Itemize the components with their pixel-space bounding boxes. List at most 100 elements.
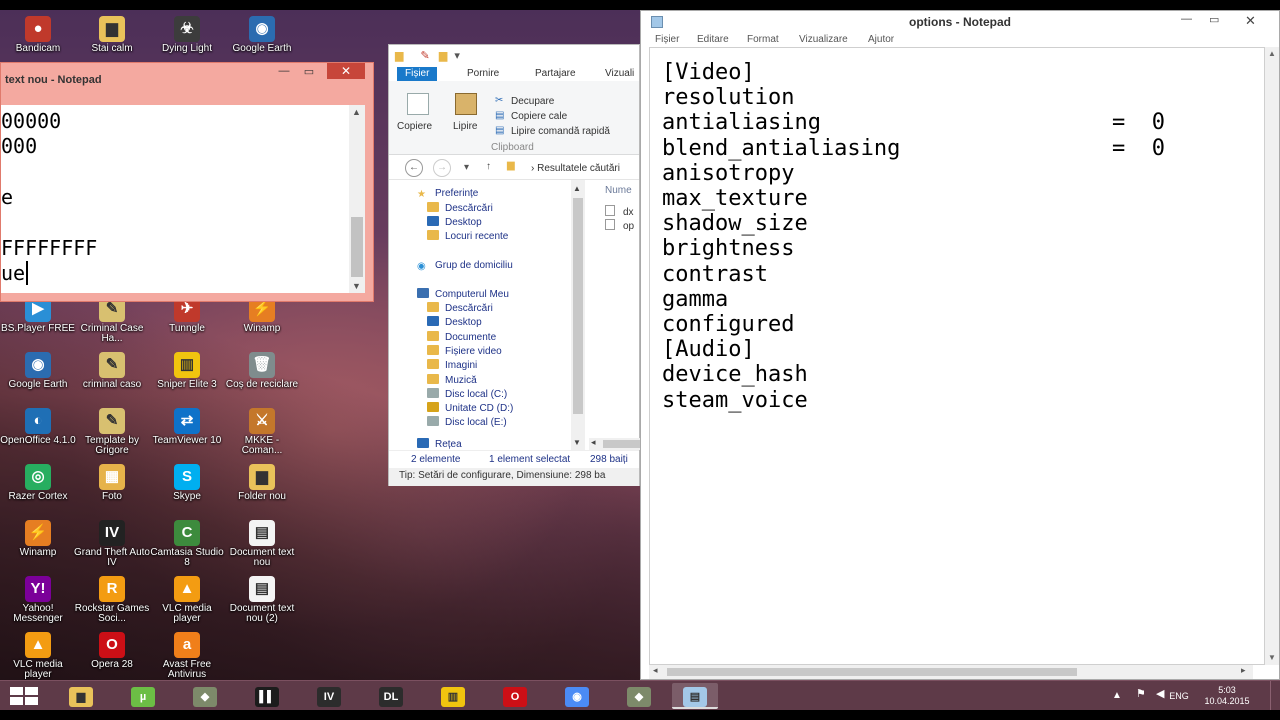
ribbon-tab[interactable]: Fișier: [397, 67, 438, 81]
desktop-icon[interactable]: S Skype: [149, 464, 225, 502]
ribbon-tab[interactable]: Vizuali: [597, 67, 642, 81]
desktop-icon[interactable]: ✎ criminal caso: [74, 352, 150, 390]
horizontal-scrollbar[interactable]: ◂ ▸: [649, 665, 1253, 679]
desktop-icon[interactable]: ▆ Folder nou: [224, 464, 300, 502]
desktop-icon[interactable]: ▲ VLC media player: [149, 576, 225, 624]
desktop-icon[interactable]: R Rockstar Games Soci...: [74, 576, 150, 624]
minimize-button[interactable]: —: [277, 65, 291, 77]
desktop-icon[interactable]: ⇄ TeamViewer 10: [149, 408, 225, 446]
scroll-down-icon[interactable]: ▼: [573, 438, 581, 447]
desktop-icon[interactable]: IV Grand Theft Auto IV: [74, 520, 150, 568]
new-folder-icon[interactable]: ▆: [439, 50, 447, 62]
desktop-icon[interactable]: ● Bandicam: [0, 16, 76, 54]
taskbar-app-gta-iv[interactable]: IV: [306, 683, 352, 709]
menu-item[interactable]: Editare: [697, 34, 729, 45]
desktop-icon[interactable]: ◉ Google Earth: [224, 16, 300, 54]
desktop-icon[interactable]: ◉ Google Earth: [0, 352, 76, 390]
copy-icon[interactable]: [407, 93, 429, 115]
network-icon[interactable]: ⚑: [1136, 689, 1146, 700]
scroll-thumb[interactable]: [603, 440, 641, 448]
scroll-thumb[interactable]: [667, 668, 1077, 676]
language-indicator[interactable]: ENG: [1166, 691, 1192, 702]
volume-icon[interactable]: ◀: [1156, 689, 1164, 700]
cut-button[interactable]: Decupare: [511, 96, 554, 107]
ribbon-tab[interactable]: Pornire: [459, 67, 507, 81]
taskbar-app-utorrent[interactable]: µ: [120, 683, 166, 709]
paste-shortcut-icon[interactable]: ▤: [495, 125, 504, 136]
column-header-name[interactable]: Nume: [605, 185, 632, 196]
vertical-scrollbar[interactable]: ▲ ▼: [1265, 47, 1279, 665]
file-item[interactable]: op: [605, 219, 634, 232]
ribbon-tab[interactable]: Partajare: [527, 67, 584, 81]
taskbar-app-dying-light[interactable]: DL: [368, 683, 414, 709]
desktop-icon[interactable]: ☣ Dying Light: [149, 16, 225, 54]
menu-item[interactable]: Fișier: [655, 34, 679, 45]
taskbar-app-notepad[interactable]: ▤: [672, 683, 718, 709]
desktop-icon[interactable]: ▲ VLC media player: [0, 632, 76, 680]
maximize-button[interactable]: ▭: [1209, 13, 1219, 26]
tree-item[interactable]: Muzică: [427, 373, 477, 386]
minimize-button[interactable]: —: [1181, 13, 1192, 25]
copy-button[interactable]: Copiere: [397, 121, 432, 132]
menu-item[interactable]: Vizualizare: [799, 34, 848, 45]
maximize-button[interactable]: ▭: [301, 65, 317, 78]
desktop-icon[interactable]: 🗑 Coș de reciclare: [224, 352, 300, 390]
clock[interactable]: 5:03 10.04.2015: [1202, 685, 1252, 707]
tree-item[interactable]: Desktop: [427, 316, 482, 328]
desktop-icon[interactable]: ▤ Document text nou: [224, 520, 300, 568]
text-editor-area[interactable]: 00000 000 e FFFFFFFF ue: [1, 105, 365, 293]
scroll-down-icon[interactable]: ▼: [1268, 653, 1276, 662]
tree-item[interactable]: Disc local (C:): [427, 387, 507, 400]
close-button[interactable]: ✕: [327, 63, 365, 79]
tree-favorites[interactable]: ★ Preferințe: [417, 188, 478, 200]
paste-icon[interactable]: [455, 93, 477, 115]
customize-arrow-icon[interactable]: ▾: [454, 50, 460, 62]
tree-item[interactable]: Fișiere video: [427, 344, 502, 357]
tree-computer[interactable]: Computerul Meu: [417, 288, 509, 300]
taskbar-app-file-explorer[interactable]: ▆: [58, 683, 104, 709]
tree-item[interactable]: Descărcări: [427, 302, 493, 314]
desktop-icon[interactable]: Y! Yahoo! Messenger: [0, 576, 76, 624]
taskbar-app-strategy-game[interactable]: ◆: [616, 683, 662, 709]
show-desktop-button[interactable]: [1270, 681, 1280, 710]
scroll-left-icon[interactable]: ◂: [591, 437, 596, 448]
folder-icon[interactable]: ▆: [395, 50, 403, 62]
scissors-icon[interactable]: ✂: [495, 95, 503, 106]
scroll-right-icon[interactable]: ▸: [1241, 665, 1246, 676]
desktop-icon[interactable]: ⚡ Winamp: [0, 520, 76, 558]
breadcrumb[interactable]: › Resultatele căutări: [531, 163, 620, 174]
scroll-up-icon[interactable]: ▲: [352, 107, 361, 117]
scroll-thumb[interactable]: [351, 217, 363, 277]
recent-dropdown-icon[interactable]: ▾: [464, 162, 469, 173]
tree-item[interactable]: Locuri recente: [427, 230, 508, 242]
tree-network[interactable]: Rețea: [417, 438, 462, 450]
desktop-icon[interactable]: ✎ Criminal Case Ha...: [74, 296, 150, 344]
paste-shortcut-button[interactable]: Lipire comandă rapidă: [511, 126, 610, 137]
desktop-icon[interactable]: ◐ OpenOffice 4.1.0: [0, 408, 76, 446]
desktop-icon[interactable]: ▥ Sniper Elite 3: [149, 352, 225, 390]
scroll-up-icon[interactable]: ▲: [573, 184, 581, 193]
scroll-down-icon[interactable]: ▼: [352, 281, 361, 291]
desktop-icon[interactable]: ◎ Razer Cortex: [0, 464, 76, 502]
close-button[interactable]: ✕: [1245, 13, 1256, 29]
tree-item[interactable]: Disc local (E:): [427, 416, 507, 428]
up-arrow-icon[interactable]: ↑: [486, 161, 491, 172]
file-list-hscrollbar[interactable]: ◂: [589, 437, 641, 450]
tree-homegroup[interactable]: ◉ Grup de domiciliu: [417, 260, 513, 272]
desktop-icon[interactable]: ▦ Foto: [74, 464, 150, 502]
tree-item[interactable]: Unitate CD (D:): [427, 402, 513, 414]
tree-item[interactable]: Descărcări: [427, 202, 493, 214]
desktop-icon[interactable]: O Opera 28: [74, 632, 150, 670]
tree-scrollbar[interactable]: ▲ ▼: [571, 180, 585, 450]
copy-path-icon[interactable]: ▤: [495, 110, 504, 121]
show-hidden-icons-icon[interactable]: ▲: [1112, 690, 1122, 701]
desktop-icon[interactable]: ✎ Template by Grigore: [74, 408, 150, 456]
tree-item[interactable]: Documente: [427, 330, 496, 343]
desktop-icon[interactable]: ⚔ MKKE - Coman...: [224, 408, 300, 456]
back-arrow-icon[interactable]: ←: [405, 159, 423, 177]
taskbar-app-black-ops[interactable]: ▌▌: [244, 683, 290, 709]
taskbar-app-stronghold[interactable]: ◆: [182, 683, 228, 709]
paste-button[interactable]: Lipire: [453, 121, 477, 132]
forward-arrow-icon[interactable]: →: [433, 159, 451, 177]
desktop-icon[interactable]: C Camtasia Studio 8: [149, 520, 225, 568]
